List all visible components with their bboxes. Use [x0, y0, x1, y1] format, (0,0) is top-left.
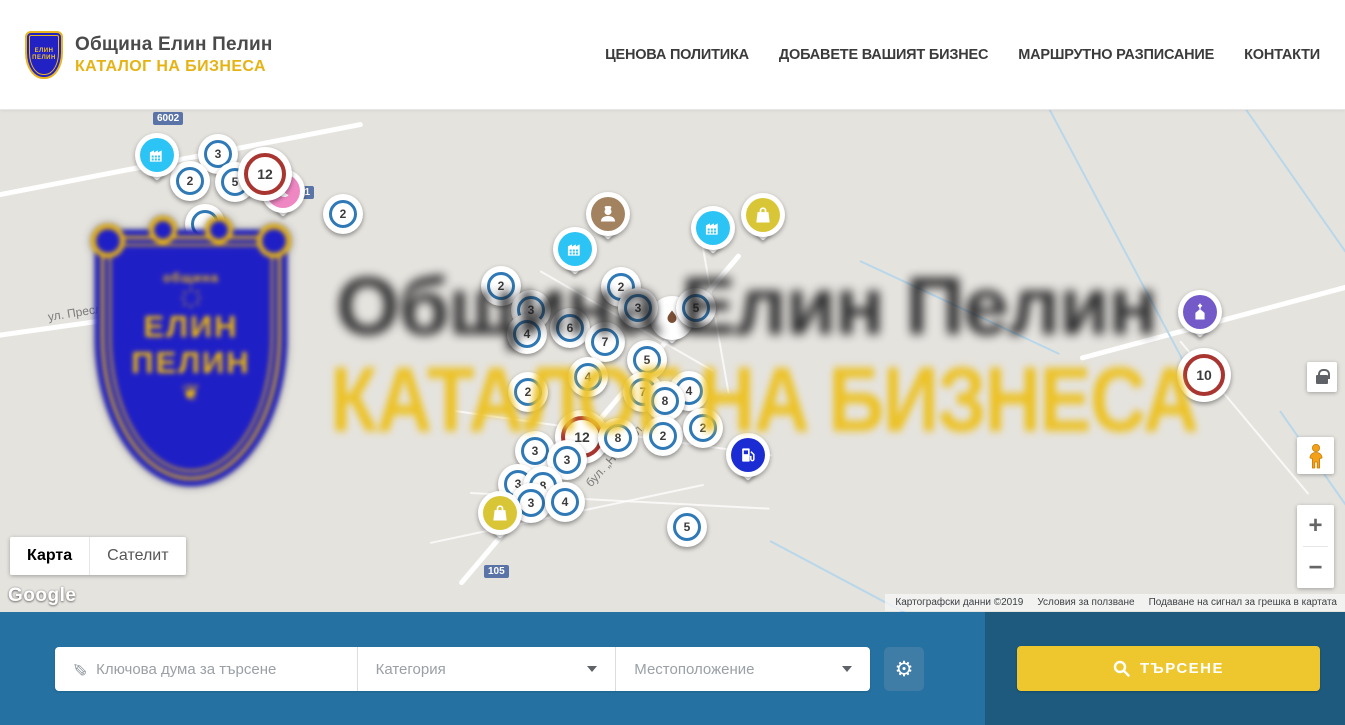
nav-item[interactable]: ЦЕНОВА ПОЛИТИКА [605, 47, 749, 63]
factory-icon [696, 211, 730, 245]
watermark-crest: община ҉ ЕЛИН ПЕЛИН ❦ [85, 216, 297, 492]
nav-item[interactable]: МАРШРУТНО РАЗПИСАНИЕ [1018, 47, 1214, 63]
worker-icon [591, 197, 625, 231]
search-icon [1113, 660, 1130, 677]
nav-item[interactable]: ДОБАВЕТЕ ВАШИЯТ БИЗНЕС [779, 47, 988, 63]
chevron-down-icon [587, 666, 597, 672]
factory-icon [558, 232, 592, 266]
location-select[interactable]: Местоположение [616, 647, 870, 691]
nav-item[interactable]: КОНТАКТИ [1244, 47, 1320, 63]
advanced-search-button[interactable]: ⚙ [884, 647, 924, 691]
zoom-control: + − [1297, 505, 1334, 588]
map-cluster-marker[interactable]: 6 [550, 308, 590, 348]
bag-icon [483, 496, 517, 530]
map-cluster-marker[interactable]: 2 [683, 408, 723, 448]
map-cluster-marker[interactable]: 7 [585, 322, 625, 362]
search-section: ✎ Категория Местоположение ⚙ ТЪРСЕНЕ [0, 612, 1345, 725]
attribution-link[interactable]: Условия за ползване [1037, 597, 1134, 608]
chevron-down-icon [842, 666, 852, 672]
map-cluster-marker[interactable]: 8 [598, 418, 638, 458]
site-subtitle: КАТАЛОГ НА БИЗНЕСА [75, 58, 273, 76]
pencil-icon: ✎ [68, 661, 89, 676]
bag-icon [746, 198, 780, 232]
map-type-satellite-button[interactable]: Сателит [89, 537, 185, 575]
map-cluster-marker[interactable]: 10 [1177, 348, 1231, 402]
category-select[interactable]: Категория [358, 647, 616, 691]
water-line [1239, 110, 1345, 265]
keyword-search-input[interactable] [96, 661, 326, 678]
google-logo[interactable]: Google [8, 585, 76, 607]
map-attribution: Картографски данни ©2019 Условия за ползв… [885, 594, 1345, 611]
main-nav: ЦЕНОВА ПОЛИТИКА ДОБАВЕТЕ ВАШИЯТ БИЗНЕС МАР… [605, 47, 1345, 63]
attribution-link[interactable]: Подаване на сигнал за грешка в картата [1149, 597, 1337, 608]
road-number-badge: 6002 [153, 112, 183, 125]
attribution-text: Картографски данни ©2019 [895, 597, 1023, 608]
map-cluster-marker[interactable]: 4 [507, 314, 547, 354]
pegman-button[interactable] [1297, 437, 1334, 474]
map-pin-factory[interactable] [135, 133, 179, 177]
site-title: Община Елин Пелин [75, 34, 273, 56]
municipality-crest-icon: ЕЛИН ПЕЛИН [25, 31, 63, 79]
search-button[interactable]: ТЪРСЕНЕ [1017, 646, 1320, 691]
map-cluster-marker[interactable]: 3 [618, 288, 658, 328]
map-type-control: Карта Сателит [10, 537, 186, 575]
fuel-icon [731, 438, 765, 472]
road-line [0, 297, 253, 339]
gear-icon: ⚙ [895, 657, 914, 682]
map-pin-factory[interactable] [553, 227, 597, 271]
map-cluster-marker[interactable]: 4 [545, 482, 585, 522]
lock-icon [1316, 375, 1328, 384]
water-line [1044, 110, 1187, 366]
map-cluster-marker[interactable]: 8 [645, 381, 685, 421]
map-cluster-marker[interactable]: 5 [676, 288, 716, 328]
map-pin-church[interactable] [1178, 290, 1222, 334]
map-cluster-marker[interactable]: 2 [508, 372, 548, 412]
map-canvas[interactable]: 3251222233564754274812822333834510 60028… [0, 110, 1345, 612]
pegman-icon [1304, 443, 1328, 469]
factory-icon [140, 138, 174, 172]
map-pin-fuel[interactable] [726, 433, 770, 477]
zoom-in-button[interactable]: + [1297, 505, 1334, 546]
map-pin-bag[interactable] [741, 193, 785, 237]
map-type-map-button[interactable]: Карта [10, 537, 89, 575]
map-cluster-marker[interactable]: 12 [238, 147, 292, 201]
watermark-title: Община Елин Пелин [336, 260, 1157, 354]
map-pin-bag[interactable] [478, 491, 522, 535]
map-cluster-marker[interactable]: 4 [568, 357, 608, 397]
map-pin-factory[interactable] [691, 206, 735, 250]
streetview-lock-button[interactable] [1307, 362, 1337, 392]
site-logo[interactable]: ЕЛИН ПЕЛИН Община Елин Пелин КАТАЛОГ НА … [0, 31, 273, 79]
church-icon [1183, 295, 1217, 329]
road-number-badge: 105 [484, 565, 509, 578]
map-cluster-marker[interactable]: 5 [667, 507, 707, 547]
map-cluster-marker[interactable] [185, 204, 225, 244]
zoom-out-button[interactable]: − [1297, 547, 1334, 588]
map-cluster-marker[interactable]: 2 [323, 194, 363, 234]
header: ЕЛИН ПЕЛИН Община Елин Пелин КАТАЛОГ НА … [0, 0, 1345, 110]
map-cluster-marker[interactable]: 2 [643, 416, 683, 456]
water-line [860, 260, 1060, 355]
search-group: ✎ Категория Местоположение [55, 647, 870, 691]
